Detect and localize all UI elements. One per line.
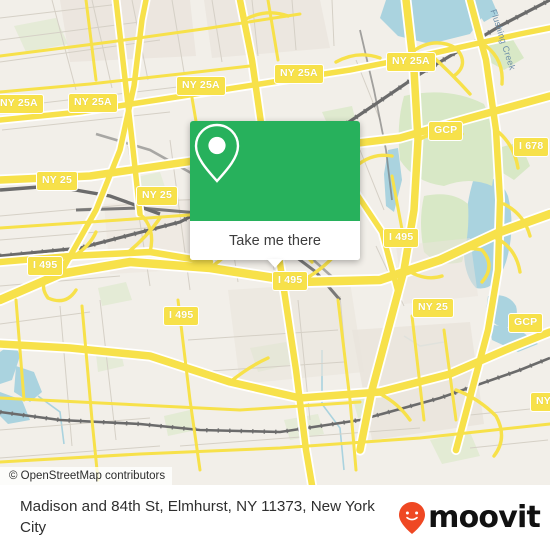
address-label: Madison and 84th St, Elmhurst, NY 11373,…	[20, 497, 375, 536]
road-shield[interactable]: NY 25A	[0, 94, 44, 114]
moovit-logo[interactable]: moovit	[397, 499, 541, 535]
road-shield[interactable]: NY 25A	[386, 52, 436, 72]
popup-pin-panel	[190, 121, 360, 221]
map-canvas[interactable]: Flushing Creek NY 25A NY 25A NY 25A NY 2…	[0, 0, 550, 485]
moovit-map-screenshot: Flushing Creek NY 25A NY 25A NY 25A NY 2…	[0, 0, 550, 550]
road-shield[interactable]: NY 25	[412, 298, 454, 318]
moovit-pin-icon	[399, 501, 426, 534]
footer-bar: Madison and 84th St, Elmhurst, NY 11373,…	[0, 485, 550, 550]
road-shield[interactable]: NY 25	[36, 171, 78, 191]
road-shield[interactable]: I 678	[513, 137, 550, 157]
road-shield[interactable]: NY	[530, 392, 550, 412]
location-popup-card[interactable]: Take me there	[190, 121, 360, 268]
moovit-wordmark: moovit	[428, 499, 541, 535]
map-pin-icon	[194, 123, 240, 183]
road-shield[interactable]: I 495	[383, 228, 420, 248]
road-shield[interactable]: NY 25	[136, 186, 178, 206]
road-shield[interactable]: I 495	[272, 271, 309, 291]
road-shield[interactable]: NY 25A	[176, 76, 226, 96]
take-me-there-button[interactable]: Take me there	[190, 221, 360, 260]
map-attribution[interactable]: © OpenStreetMap contributors	[0, 467, 173, 485]
popup-pointer-tail	[267, 259, 283, 268]
road-shield[interactable]: NY 25A	[274, 64, 324, 84]
road-shield[interactable]: I 495	[163, 306, 200, 326]
road-shield[interactable]: GCP	[428, 121, 464, 141]
road-shield[interactable]: NY 25A	[68, 93, 118, 113]
road-shield[interactable]: I 495	[27, 256, 64, 276]
road-shield[interactable]: GCP	[508, 313, 544, 333]
